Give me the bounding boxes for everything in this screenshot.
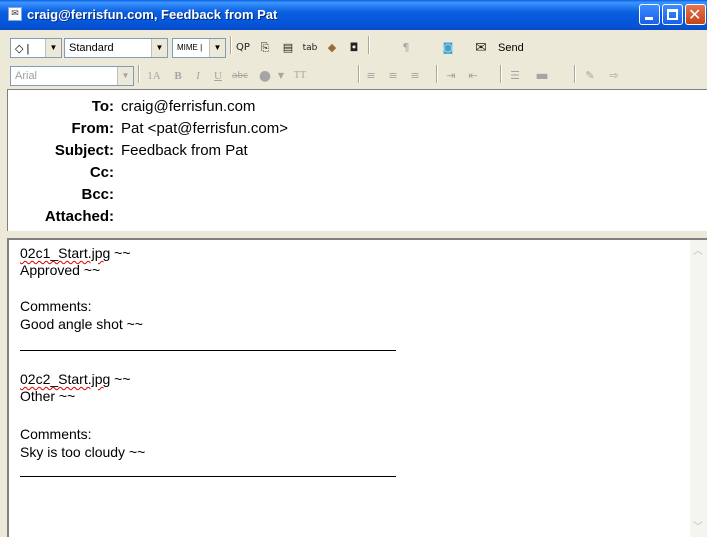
body-comment: Good angle shot ~~ [20,316,143,332]
attachment-filename: 02c1_Start.jpg [20,245,111,261]
underline-button[interactable]: U [210,66,226,86]
priority-select-value: ◇ | [15,43,30,55]
chevron-down-icon: ▼ [45,39,61,57]
align-left-icon[interactable]: ≡ [362,66,380,86]
body-status: Other ~~ [20,388,76,404]
chevron-down-icon: ▼ [209,39,225,57]
italic-button[interactable]: I [190,66,206,86]
mime-select[interactable]: MIME | ▼ [172,38,226,58]
main-toolbar: ◇ | ▼ Standard ▼ MIME | ▼ QP ⎘ ▤ tab ◆ ◘… [4,35,707,62]
send-button[interactable]: Send [498,38,524,58]
style-select[interactable]: Standard ▼ [64,38,168,58]
mime-select-value: MIME | [177,43,203,52]
maximize-button[interactable] [662,4,683,25]
horizontal-line-icon[interactable]: ▬ [528,66,556,86]
minimize-icon [645,17,653,20]
eraser-icon[interactable]: ◆ [322,38,342,58]
font-size-button[interactable]: 1A [144,66,164,86]
scroll-up-icon[interactable]: ︿ [693,242,703,257]
insert-link-icon[interactable]: ⇨ [604,66,624,86]
attachment-filename: 02c2_Start.jpg [20,371,111,387]
address-book-icon[interactable]: ◘ [344,38,364,58]
teletype-button[interactable]: TT [290,66,310,86]
close-button[interactable]: ✕ [685,4,706,25]
close-icon: ✕ [688,5,702,24]
body-marker: ~~ [110,371,131,387]
send-icon[interactable]: ✉ [470,38,492,58]
body-comment: Sky is too cloudy ~~ [20,444,146,460]
paragraph-icon[interactable]: ¶ [396,38,416,58]
outdent-icon[interactable]: ⇤ [464,66,482,86]
message-body[interactable]: 02c1_Start.jpg ~~ Approved ~~ Comments: … [7,238,707,537]
subject-label: Subject: [54,142,114,159]
to-label: To: [91,98,114,115]
body-marker: ~~ [110,245,131,261]
message-window: ✉ craig@ferrisfun.com, Feedback from Pat… [0,0,707,537]
toolbar-separator [436,65,438,83]
vertical-scrollbar[interactable]: ︿ ﹀ [690,240,707,537]
minimize-button[interactable] [639,4,660,25]
from-value[interactable]: Pat <pat@ferrisfun.com> [121,120,288,137]
title-bar[interactable]: ✉ craig@ferrisfun.com, Feedback from Pat… [0,0,707,30]
bullet-list-icon[interactable]: ☰ [506,66,524,86]
font-select-value: Arial [15,70,38,82]
chevron-down-icon: ▼ [151,39,167,57]
body-line: 02c1_Start.jpg ~~ [20,245,131,261]
bcc-label: Bcc: [81,186,114,203]
signature-icon[interactable]: ▤ [278,38,298,58]
strikethrough-button[interactable]: abc [230,66,250,86]
chevron-down-icon: ▼ [117,67,133,85]
insert-picture-icon[interactable]: ✎ [580,66,600,86]
message-header: To: craig@ferrisfun.com From: Pat <pat@f… [7,89,707,231]
cc-label: Cc: [89,164,114,181]
body-comments-label: Comments: [20,426,92,442]
style-select-value: Standard [69,42,114,54]
font-select[interactable]: Arial ▼ [10,66,134,86]
align-center-icon[interactable]: ≡ [384,66,402,86]
body-status: Approved ~~ [20,262,101,278]
body-line: 02c2_Start.jpg ~~ [20,371,131,387]
format-toolbar: Arial ▼ 1A B I U abc ● ▼ TT ≡ ≡ ≡ ⇥ ⇤ ☰ … [4,64,707,88]
attached-label: Attached: [44,208,114,225]
toolbar-separator [368,36,370,54]
divider [20,476,396,477]
attach-icon[interactable]: ⎘ [255,38,275,58]
priority-select[interactable]: ◇ | ▼ [10,38,62,58]
indent-icon[interactable]: ⇥ [442,66,460,86]
color-icon[interactable]: ● [256,66,274,86]
toolbar-separator [230,36,232,54]
compose-icon: ✉ [8,7,22,21]
qp-button[interactable]: QP [233,38,253,58]
scroll-down-icon[interactable]: ﹀ [693,518,703,533]
to-value[interactable]: craig@ferrisfun.com [121,98,255,115]
toolbar-separator [138,65,140,83]
toolbar-separator [358,65,360,83]
bold-button[interactable]: B [170,66,186,86]
spell-check-icon[interactable]: ◙ [438,38,458,58]
from-label: From: [71,120,115,137]
subject-value[interactable]: Feedback from Pat [121,142,248,159]
window-title: craig@ferrisfun.com, Feedback from Pat [27,7,278,22]
toolbar-separator [500,65,502,83]
maximize-icon [667,9,678,20]
tab-button[interactable]: tab [300,38,320,58]
align-right-icon[interactable]: ≡ [406,66,424,86]
body-comments-label: Comments: [20,298,92,314]
divider [20,350,396,351]
toolbar-separator [574,65,576,83]
chevron-down-icon[interactable]: ▼ [276,66,286,86]
